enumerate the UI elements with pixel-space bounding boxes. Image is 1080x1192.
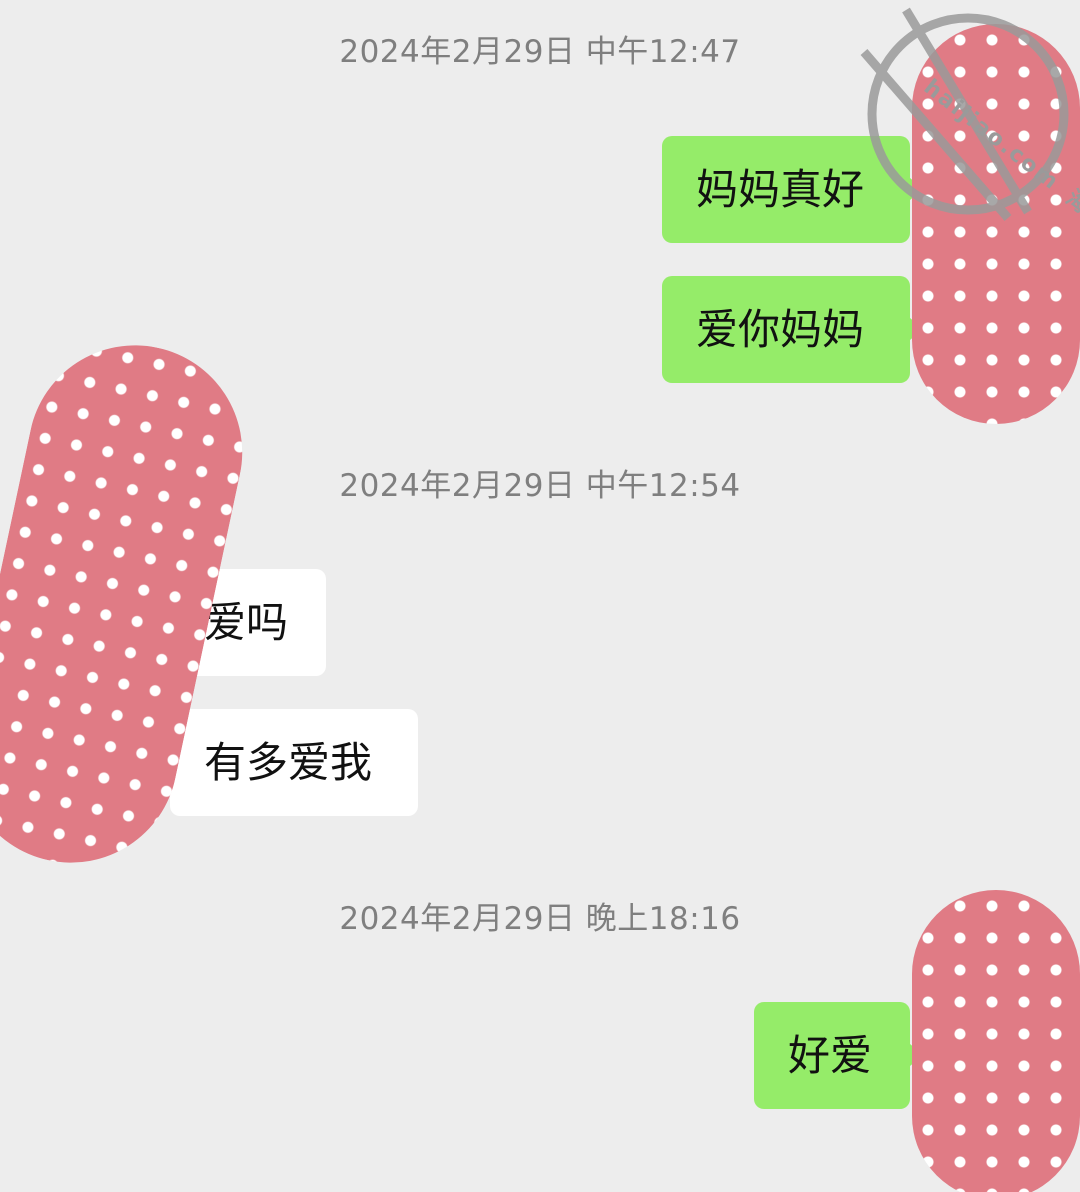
outgoing-message-bubble[interactable]: 好爱 [754, 1002, 910, 1109]
chat-view[interactable]: 2024年2月29日 中午12:47 妈妈真好 爱你妈妈 2024年2月29日 … [0, 0, 1080, 1192]
timestamp: 2024年2月29日 晚上18:16 [339, 901, 741, 937]
outgoing-message-bubble[interactable]: 爱你妈妈 [662, 276, 910, 383]
avatar-mask [912, 890, 1080, 1192]
incoming-message-bubble[interactable]: 有多爱我 [170, 709, 418, 816]
